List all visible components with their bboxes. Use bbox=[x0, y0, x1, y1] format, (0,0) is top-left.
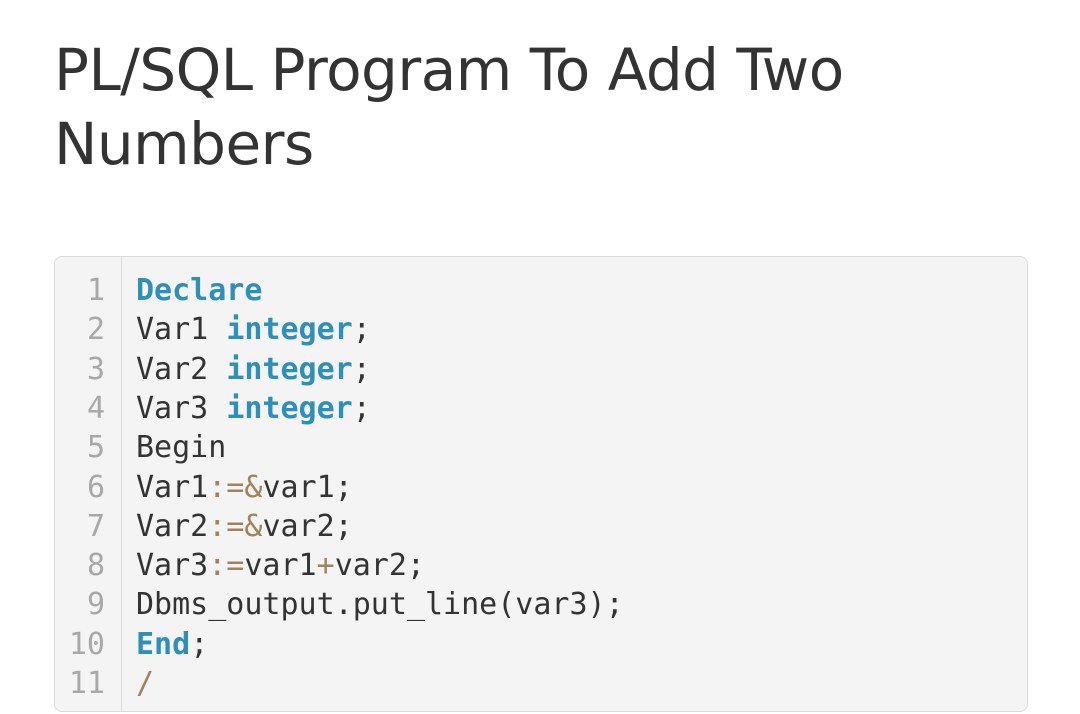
code-line: 2 Var1 integer; bbox=[55, 310, 1027, 350]
code-token-operator: / bbox=[136, 666, 155, 701]
code-token-plain: Begin bbox=[136, 430, 227, 466]
code-token-keyword: Declare bbox=[136, 273, 263, 308]
code-token-plain: ; bbox=[352, 312, 371, 348]
line-number: 8 bbox=[86, 548, 105, 584]
code-line: 4 Var3 integer; bbox=[55, 389, 1027, 429]
code-token-plain: var1 bbox=[244, 548, 317, 584]
line-number: 11 bbox=[68, 666, 105, 701]
code-text: Var1:=&var1; bbox=[136, 468, 353, 508]
line-number: 3 bbox=[86, 351, 105, 387]
code-token-plain: var2; bbox=[262, 508, 353, 544]
code-token-plain: var2; bbox=[334, 548, 425, 584]
code-token-keyword: integer bbox=[226, 312, 353, 348]
code-token-plain: Var3 bbox=[136, 548, 209, 584]
code-token-plain: Var1 bbox=[136, 469, 209, 505]
line-number: 2 bbox=[86, 312, 105, 348]
code-text: Declare bbox=[136, 271, 262, 311]
code-line: 6 Var1:=&var1; bbox=[55, 468, 1027, 508]
code-text: Var1 integer; bbox=[136, 310, 371, 350]
code-text: Begin bbox=[136, 428, 226, 468]
code-line: 10 End; bbox=[55, 625, 1027, 665]
code-line: 5 Begin bbox=[55, 428, 1027, 468]
code-token-keyword: End bbox=[136, 626, 191, 662]
code-line: 9 Dbms_output.put_line(var3); bbox=[55, 585, 1027, 625]
code-text: Var3 integer; bbox=[136, 389, 371, 429]
code-line: 1 Declare bbox=[55, 271, 1027, 311]
code-token-keyword: integer bbox=[226, 390, 353, 426]
code-token-plain: Dbms_output.put_line(var3); bbox=[136, 587, 624, 623]
code-token-plain: Var2 bbox=[136, 351, 227, 387]
code-token-plain: ; bbox=[190, 626, 209, 662]
code-text: Var3:=var1+var2; bbox=[136, 546, 425, 586]
line-number: 7 bbox=[86, 508, 105, 544]
code-token-plain: ; bbox=[352, 351, 371, 387]
page: PL/SQL Program To Add Two Numbers 1 Decla… bbox=[0, 0, 1080, 714]
page-title: PL/SQL Program To Add Two Numbers bbox=[54, 33, 1014, 181]
code-line: 3 Var2 integer; bbox=[55, 350, 1027, 390]
code-text: End; bbox=[136, 625, 208, 665]
code-token-operator: + bbox=[316, 548, 335, 584]
code-token-operator: :=& bbox=[208, 508, 263, 544]
line-number: 9 bbox=[86, 587, 105, 623]
line-number: 4 bbox=[86, 390, 105, 426]
code-text: Var2:=&var2; bbox=[136, 507, 353, 547]
code-token-plain: Var3 bbox=[136, 390, 227, 426]
code-token-plain: Var1 bbox=[136, 312, 227, 348]
code-text: Var2 integer; bbox=[136, 350, 371, 390]
code-block: 1 Declare 2 Var1 integer; 3 Var2 integer; 4 Var… bbox=[54, 256, 1028, 712]
code-line: 7 Var2:=&var2; bbox=[55, 507, 1027, 547]
line-number: 6 bbox=[86, 469, 105, 505]
code-token-operator: := bbox=[208, 548, 245, 584]
line-number: 10 bbox=[68, 626, 105, 662]
code-token-plain: var1; bbox=[262, 469, 353, 505]
line-number: 1 bbox=[86, 273, 105, 308]
code-text: Dbms_output.put_line(var3); bbox=[136, 585, 624, 625]
page-title-line-1: PL/SQL Program To Add Two bbox=[54, 36, 844, 104]
code-token-plain: Var2 bbox=[136, 508, 209, 544]
code-line: 11 / bbox=[55, 664, 1027, 704]
code-line: 8 Var3:=var1+var2; bbox=[55, 546, 1027, 586]
code-token-keyword: integer bbox=[226, 351, 353, 387]
code-text: / bbox=[136, 664, 154, 704]
code-token-operator: :=& bbox=[208, 469, 263, 505]
line-number: 5 bbox=[86, 430, 105, 466]
code-token-plain: ; bbox=[352, 390, 371, 426]
page-title-line-2: Numbers bbox=[54, 110, 314, 178]
